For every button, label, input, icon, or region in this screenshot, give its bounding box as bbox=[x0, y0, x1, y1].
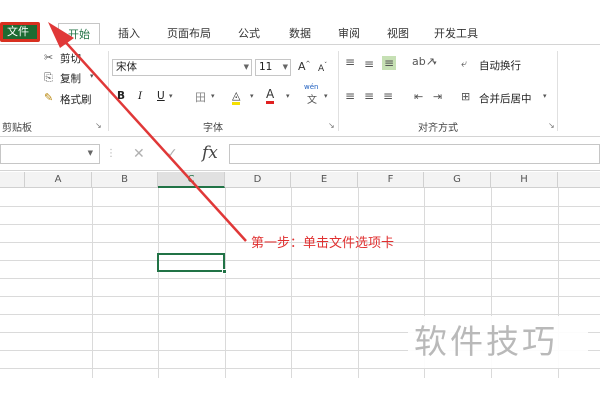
annotation-text: 第一步：单击文件选项卡 bbox=[251, 236, 395, 251]
arrow-shaft bbox=[59, 35, 247, 242]
watermark: 软件技巧 bbox=[408, 316, 588, 368]
arrow-head bbox=[48, 22, 74, 48]
